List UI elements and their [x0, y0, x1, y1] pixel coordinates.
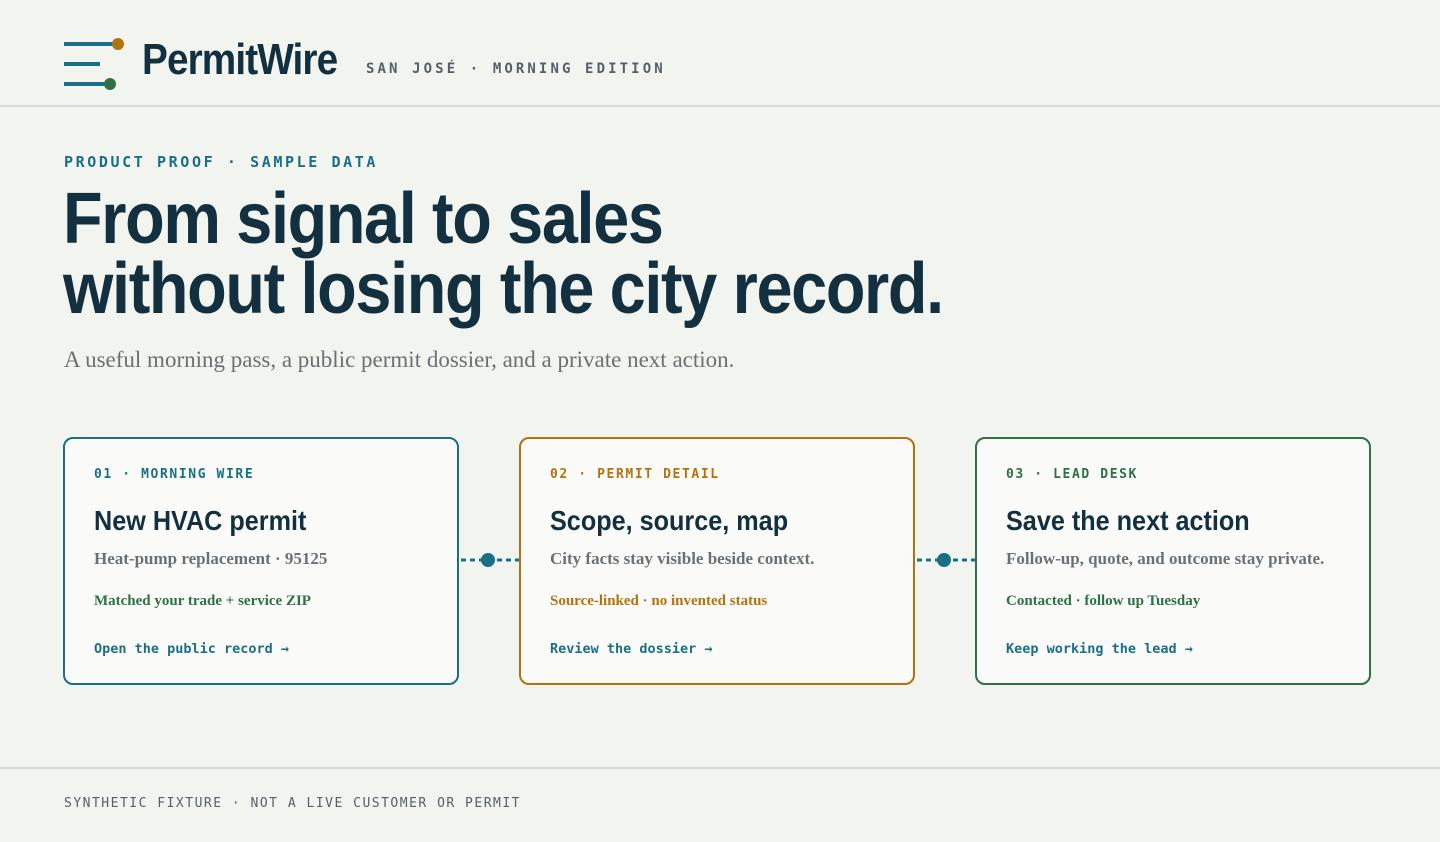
card-lead-desk: 03 · LEAD DESK Save the next action Foll… [975, 437, 1371, 685]
card-title: Save the next action [1006, 505, 1250, 536]
edition-label: SAN JOSÉ · MORNING EDITION [366, 61, 666, 77]
brand-name[interactable]: PermitWire [142, 34, 338, 86]
connector-2-3 [917, 553, 975, 567]
connector-1-2 [461, 553, 519, 567]
site-header: PermitWire SAN JOSÉ · MORNING EDITION [0, 0, 1440, 107]
card-kicker: 01 · MORNING WIRE [94, 467, 255, 482]
card-description: City facts stay visible beside context. [550, 549, 815, 568]
card-description: Follow-up, quote, and outcome stay priva… [1006, 549, 1325, 568]
open-public-record-link[interactable]: Open the public record → [94, 641, 289, 657]
review-dossier-link[interactable]: Review the dossier → [550, 641, 713, 657]
card-title: New HVAC permit [94, 505, 307, 536]
card-permit-detail: 02 · PERMIT DETAIL Scope, source, map Ci… [519, 437, 915, 685]
card-title: Scope, source, map [550, 505, 789, 536]
headline-line-2: without losing the city record. [63, 249, 944, 329]
headline-line-1: From signal to sales [63, 179, 664, 259]
footer-disclaimer: SYNTHETIC FIXTURE · NOT A LIVE CUSTOMER … [64, 796, 522, 811]
card-note: Source-linked · no invented status [550, 593, 768, 609]
site-footer: SYNTHETIC FIXTURE · NOT A LIVE CUSTOMER … [0, 767, 1440, 842]
card-note: Matched your trade + service ZIP [94, 593, 311, 609]
card-kicker: 02 · PERMIT DETAIL [550, 467, 720, 482]
wire-lines-logo-icon [64, 38, 124, 90]
hero-subhead: A useful morning pass, a public permit d… [64, 347, 735, 372]
hero-headline: From signal to sales without losing the … [63, 183, 944, 325]
card-morning-wire: 01 · MORNING WIRE New HVAC permit Heat-p… [63, 437, 459, 685]
card-kicker: 03 · LEAD DESK [1006, 467, 1138, 482]
hero-eyebrow: PRODUCT PROOF · SAMPLE DATA [64, 153, 379, 171]
keep-working-lead-link[interactable]: Keep working the lead → [1006, 641, 1193, 657]
card-description: Heat-pump replacement · 95125 [94, 549, 328, 568]
card-note: Contacted · follow up Tuesday [1006, 593, 1201, 609]
